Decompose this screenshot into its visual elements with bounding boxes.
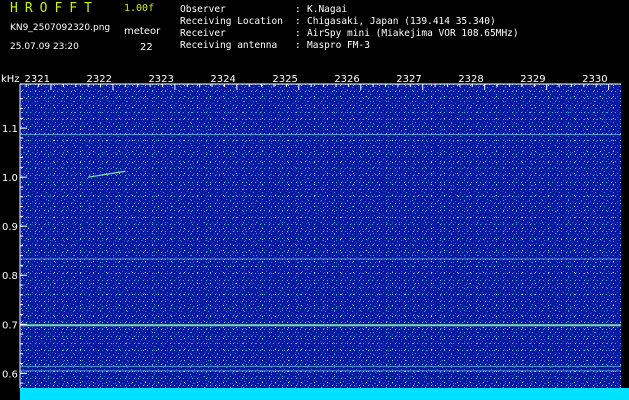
info-separator: : (295, 16, 301, 27)
datetime-label: 25.07.09 23:20 (10, 42, 79, 52)
y-tick-label: 0.7 (2, 320, 18, 331)
info-separator: : (295, 40, 301, 51)
x-tick-label: 2330 (582, 74, 607, 85)
plot-background (20, 84, 629, 400)
version-label: 1.00f (124, 3, 155, 14)
info-label: Receiving Location (180, 16, 283, 27)
x-tick-label: 2326 (334, 74, 359, 85)
spectrogram: 2321 2322 2323 2324 2325 2326 2327 2328 2329 2330… (0, 72, 629, 400)
x-tick-label: 2321 (25, 74, 50, 85)
x-tick-label: 2327 (396, 74, 421, 85)
info-label: Observer (180, 4, 226, 15)
bottom-band (20, 388, 629, 400)
info-value: K.Nagai (307, 4, 348, 15)
info-row-antenna: Receiving antenna: Maspro FM-3 (180, 40, 370, 51)
x-tick-label: 2323 (148, 74, 173, 85)
x-tick-label: 2324 (210, 74, 235, 85)
info-separator: : (295, 4, 301, 15)
x-tick-label: 2329 (520, 74, 545, 85)
info-label: Receiver (180, 28, 226, 39)
info-row-observer: Observer: K.Nagai (180, 4, 347, 15)
y-tick-label: 0.6 (2, 369, 18, 380)
filename-label: KN9_2507092320.png (10, 23, 111, 33)
app-title: HROFFT (10, 1, 99, 16)
x-tick-label: 2325 (272, 74, 297, 85)
info-row-location: Receiving Location: Chigasaki, Japan (139… (180, 16, 496, 27)
meteor-count: 22 (140, 42, 153, 53)
info-label: Receiving antenna (180, 40, 278, 51)
spectrogram-plot: 2321 2322 2323 2324 2325 2326 2327 2328 2329 2330… (1, 74, 629, 400)
info-value: Maspro FM-3 (307, 40, 370, 51)
x-tick-label: 2328 (458, 74, 483, 85)
y-tick-label: 0.9 (2, 222, 18, 233)
info-separator: : (295, 28, 301, 39)
x-tick-label: 2322 (86, 74, 111, 85)
y-tick-label: 0.8 (2, 271, 18, 282)
info-value: AirSpy mini (Miakejima VOR 108.65MHz) (307, 28, 519, 39)
y-axis-label: kHz (1, 74, 20, 85)
y-tick-label: 1.0 (2, 173, 18, 184)
y-tick-label: 1.1 (2, 124, 18, 135)
info-row-receiver: Receiver: AirSpy mini (Miakejima VOR 108.… (180, 28, 519, 39)
info-value: Chigasaki, Japan (139.414 35.340) (307, 16, 496, 27)
meteor-label: meteor (124, 26, 161, 37)
noise-layer (20, 84, 621, 388)
